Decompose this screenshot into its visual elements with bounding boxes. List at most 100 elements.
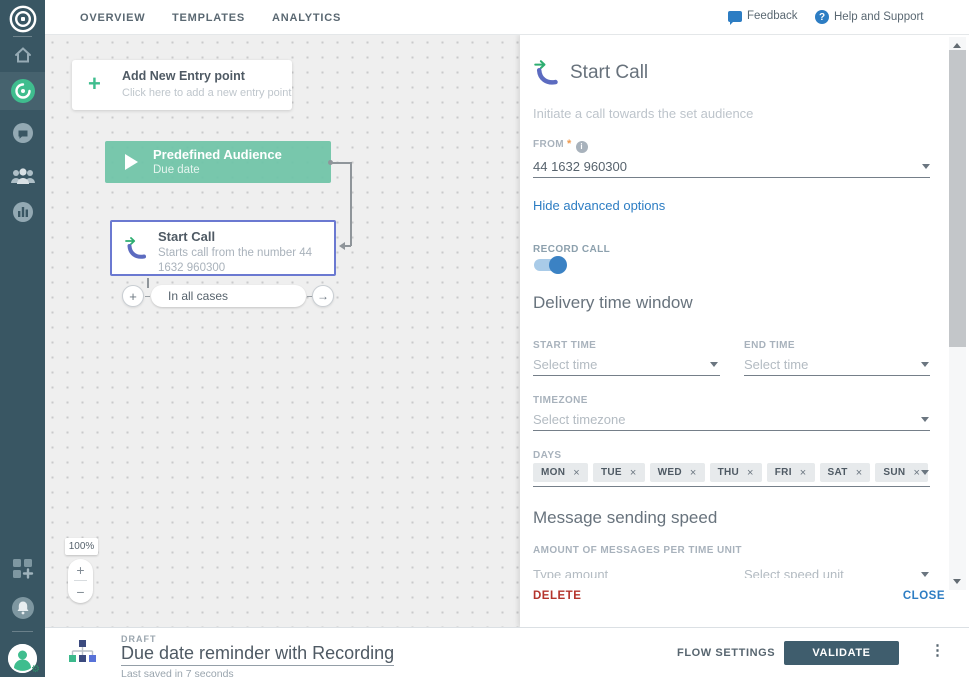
branch-next-button[interactable]: →: [312, 285, 334, 307]
speed-unit-caret[interactable]: [921, 572, 929, 577]
end-time-select[interactable]: Select time: [744, 357, 808, 372]
from-dropdown-caret[interactable]: [922, 164, 930, 169]
sidebar-item-apps[interactable]: [0, 557, 45, 581]
required-asterisk: *: [567, 138, 572, 150]
top-navigation: OVERVIEW TEMPLATES ANALYTICS Feedback ? …: [45, 0, 969, 35]
last-saved-text: Last saved in 7 seconds: [121, 668, 234, 677]
validate-button[interactable]: VALIDATE: [784, 641, 899, 665]
help-button[interactable]: ? Help and Support: [815, 10, 924, 24]
end-time-label: END TIME: [744, 340, 795, 351]
start-time-select[interactable]: Select time: [533, 357, 597, 372]
end-time-caret[interactable]: [921, 362, 929, 367]
tab-overview[interactable]: OVERVIEW: [80, 12, 146, 24]
info-icon[interactable]: i: [575, 140, 588, 153]
plus-icon: +: [129, 288, 137, 304]
timezone-caret[interactable]: [921, 417, 929, 422]
apps-grid-icon: [12, 559, 33, 579]
flow-diagram-icon: [67, 637, 97, 674]
flow-settings-button[interactable]: FLOW SETTINGS: [677, 647, 775, 659]
advanced-options-link[interactable]: Hide advanced options: [533, 198, 665, 213]
help-label: Help and Support: [834, 11, 924, 23]
zoom-controls: + −: [68, 559, 93, 603]
audience-node[interactable]: Predefined Audience Due date: [105, 141, 331, 183]
flow-canvas[interactable]: + Add New Entry point Click here to add …: [45, 35, 520, 627]
amount-input[interactable]: Type amount: [533, 567, 608, 578]
audience-node-subtitle: Due date: [153, 164, 200, 176]
from-select-value[interactable]: 44 1632 960300: [533, 159, 627, 174]
chip-remove-icon[interactable]: ×: [800, 467, 807, 479]
days-caret[interactable]: [921, 470, 929, 475]
timezone-underline: [533, 430, 930, 431]
chip-remove-icon[interactable]: ×: [747, 467, 754, 479]
day-chip-sat[interactable]: SAT ×: [819, 463, 871, 482]
delete-button[interactable]: DELETE: [533, 590, 581, 602]
arrow-right-icon: →: [317, 289, 329, 303]
sidebar: ⚙: [0, 0, 45, 677]
speed-unit-select[interactable]: Select speed unit: [744, 567, 844, 578]
chip-remove-icon[interactable]: ×: [913, 467, 920, 479]
scrollbar-down-arrow[interactable]: [953, 579, 961, 584]
kebab-menu-icon[interactable]: ⋮: [930, 641, 945, 659]
add-entry-point-card[interactable]: + Add New Entry point Click here to add …: [72, 60, 292, 110]
help-question-icon: ?: [815, 10, 829, 24]
sidebar-item-home[interactable]: [0, 44, 45, 66]
scrollbar-thumb[interactable]: [949, 50, 966, 347]
panel-phone-icon: [533, 59, 560, 91]
close-button[interactable]: CLOSE: [903, 590, 945, 602]
panel-scroll-area: Start Call Initiate a call towards the s…: [520, 35, 952, 578]
add-branch-button[interactable]: +: [122, 285, 144, 307]
sidebar-item-conversations[interactable]: [0, 122, 45, 144]
moments-icon: [10, 79, 35, 103]
tab-analytics[interactable]: ANALYTICS: [272, 12, 341, 24]
tab-templates[interactable]: TEMPLATES: [172, 12, 245, 24]
chip-remove-icon[interactable]: ×: [856, 467, 863, 479]
panel-scrollbar[interactable]: [949, 37, 966, 590]
bottom-bar: DRAFT Due date reminder with Recording L…: [45, 627, 969, 677]
call-node-title: Start Call: [158, 229, 216, 244]
connector-line: [332, 162, 351, 164]
toggle-thumb: [549, 256, 567, 274]
bar-chart-icon: [12, 202, 33, 222]
day-chip-thu[interactable]: THU ×: [709, 463, 762, 482]
delivery-heading: Delivery time window: [533, 293, 693, 312]
add-entry-title: Add New Entry point: [122, 69, 245, 83]
sidebar-divider-top: [13, 36, 32, 37]
chip-remove-icon[interactable]: ×: [630, 467, 637, 479]
scrollbar-up-arrow[interactable]: [953, 43, 961, 48]
panel-title: Start Call: [570, 62, 649, 83]
zoom-out-button[interactable]: −: [68, 581, 93, 602]
sidebar-item-analytics[interactable]: [0, 201, 45, 223]
sidebar-divider-bottom: [12, 631, 33, 632]
record-call-label: RECORD CALL: [533, 244, 611, 255]
start-time-label: START TIME: [533, 340, 597, 351]
user-avatar[interactable]: ⚙: [8, 644, 40, 675]
start-time-caret[interactable]: [710, 362, 718, 367]
day-chip-mon[interactable]: MON ×: [533, 463, 588, 482]
start-time-underline: [533, 375, 720, 376]
day-chip-wed[interactable]: WED ×: [649, 463, 705, 482]
zoom-level-indicator: 100%: [65, 538, 98, 555]
chip-label: THU: [717, 467, 740, 478]
audience-node-title: Predefined Audience: [153, 147, 282, 162]
chip-label: SAT: [827, 467, 848, 478]
flow-title[interactable]: Due date reminder with Recording: [121, 643, 395, 666]
record-call-toggle-on[interactable]: [534, 256, 567, 274]
infobip-logo[interactable]: [0, 4, 45, 34]
feedback-button[interactable]: Feedback: [728, 10, 798, 25]
timezone-select[interactable]: Select timezone: [533, 412, 626, 427]
day-chip-fri[interactable]: FRI ×: [766, 463, 815, 482]
sidebar-item-notifications[interactable]: [0, 596, 45, 620]
sidebar-item-people[interactable]: [0, 164, 45, 188]
chip-remove-icon[interactable]: ×: [573, 467, 580, 479]
from-label: FROM * i: [533, 138, 588, 153]
branch-condition-pill[interactable]: In all cases: [151, 285, 306, 307]
sidebar-item-moments[interactable]: [0, 78, 45, 104]
zoom-in-button[interactable]: +: [68, 559, 93, 580]
end-time-underline: [744, 375, 930, 376]
people-icon: [10, 168, 35, 184]
day-chip-tue[interactable]: TUE ×: [592, 463, 645, 482]
chip-remove-icon[interactable]: ×: [690, 467, 697, 479]
start-call-node-selected[interactable]: Start Call Starts call from the number 4…: [110, 220, 336, 276]
home-icon: [14, 47, 31, 63]
start-call-settings-panel: Start Call Initiate a call towards the s…: [520, 35, 969, 627]
